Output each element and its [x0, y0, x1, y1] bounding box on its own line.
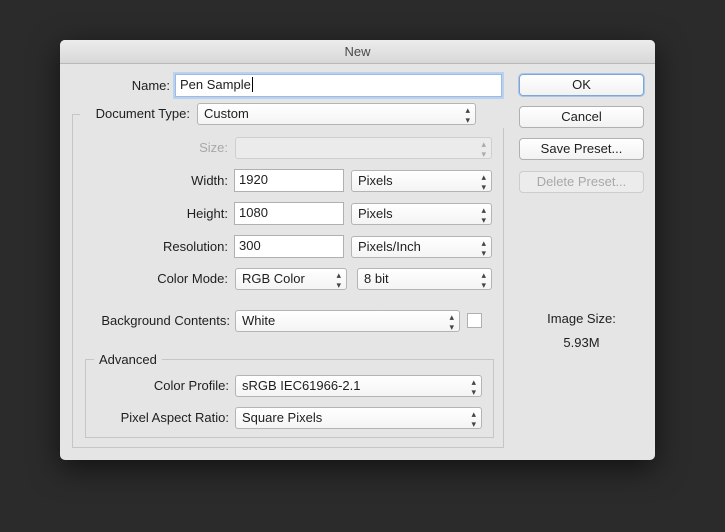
stepper-arrows-icon: ▴ ▾: [465, 105, 470, 125]
color-profile-select[interactable]: sRGB IEC61966-2.1 ▴ ▾: [235, 375, 482, 397]
name-value: Pen Sample: [180, 77, 251, 92]
stepper-arrows-icon: ▴ ▾: [449, 312, 454, 332]
stepper-arrows-icon: ▴ ▾: [481, 270, 486, 290]
color-mode-select[interactable]: RGB Color ▴ ▾: [235, 268, 347, 290]
stepper-arrows-icon: ▴ ▾: [481, 238, 486, 258]
advanced-title: Advanced: [94, 352, 162, 368]
height-input[interactable]: 1080: [234, 202, 344, 225]
color-profile-value: sRGB IEC61966-2.1: [242, 378, 361, 393]
resolution-label: Resolution:: [162, 239, 228, 254]
stepper-arrows-icon: ▴ ▾: [471, 377, 476, 397]
size-select: ▴ ▾: [235, 137, 492, 159]
document-type-label: Document Type:: [95, 106, 190, 121]
height-unit-value: Pixels: [358, 206, 393, 221]
document-type-select[interactable]: Custom ▴ ▾: [197, 103, 476, 125]
bit-depth-select[interactable]: 8 bit ▴ ▾: [357, 268, 492, 290]
new-document-dialog: New Name: Pen Sample Document Type: Cust…: [60, 40, 655, 460]
ok-button[interactable]: OK: [519, 74, 644, 96]
width-unit-value: Pixels: [358, 173, 393, 188]
width-input[interactable]: 1920: [234, 169, 344, 192]
color-profile-label: Color Profile:: [153, 378, 229, 393]
stepper-arrows-icon: ▴ ▾: [336, 270, 341, 290]
resolution-unit-select[interactable]: Pixels/Inch ▴ ▾: [351, 236, 492, 258]
pixel-aspect-ratio-value: Square Pixels: [242, 410, 323, 425]
background-color-swatch[interactable]: [467, 313, 482, 328]
image-size-value: 5.93M: [563, 335, 600, 350]
document-type-value: Custom: [204, 106, 249, 121]
height-unit-select[interactable]: Pixels ▴ ▾: [351, 203, 492, 225]
text-cursor: [251, 77, 257, 92]
background-contents-value: White: [242, 313, 276, 328]
width-label: Width:: [191, 173, 228, 188]
dialog-title: New: [60, 40, 655, 64]
stepper-arrows-icon: ▴ ▾: [481, 205, 486, 225]
background-contents-select[interactable]: White ▴ ▾: [235, 310, 460, 332]
save-preset-button[interactable]: Save Preset...: [519, 138, 644, 160]
pixel-aspect-ratio-select[interactable]: Square Pixels ▴ ▾: [235, 407, 482, 429]
pixel-aspect-ratio-label: Pixel Aspect Ratio:: [120, 410, 229, 425]
name-input[interactable]: Pen Sample: [175, 74, 502, 97]
delete-preset-button: Delete Preset...: [519, 171, 644, 193]
background-contents-label: Background Contents:: [101, 313, 230, 328]
width-unit-select[interactable]: Pixels ▴ ▾: [351, 170, 492, 192]
color-mode-label: Color Mode:: [157, 271, 228, 286]
name-label: Name:: [131, 78, 170, 93]
stepper-arrows-icon: ▴ ▾: [481, 172, 486, 192]
image-size-label: Image Size:: [547, 311, 616, 326]
resolution-input[interactable]: 300: [234, 235, 344, 258]
stepper-arrows-icon: ▴ ▾: [471, 409, 476, 429]
resolution-unit-value: Pixels/Inch: [358, 239, 421, 254]
color-mode-value: RGB Color: [242, 271, 305, 286]
bit-depth-value: 8 bit: [364, 271, 389, 286]
stepper-arrows-icon: ▴ ▾: [481, 139, 486, 159]
size-label: Size:: [199, 140, 228, 155]
cancel-button[interactable]: Cancel: [519, 106, 644, 128]
height-label: Height:: [186, 206, 228, 221]
